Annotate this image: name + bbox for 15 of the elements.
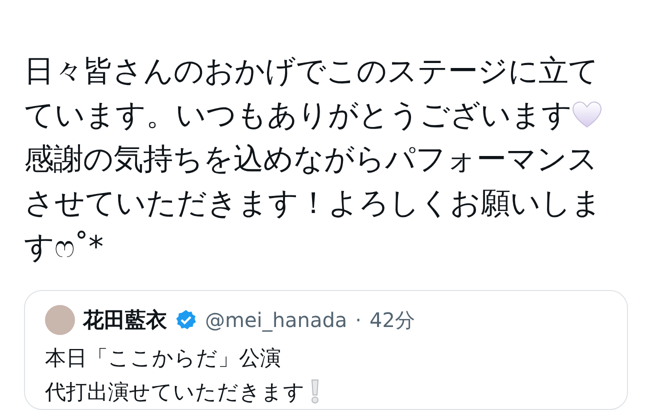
display-name: 花田藍衣	[83, 307, 167, 334]
heart-icon	[572, 101, 602, 129]
quoted-post-text: 本日「ここからだ」公演	[45, 346, 281, 370]
user-handle[interactable]: @mei_hanada	[205, 308, 348, 332]
post-time[interactable]: 42分	[370, 306, 415, 334]
post-text: ています。いつもありがとうございます	[24, 98, 572, 133]
post-text: 日々皆さんのおかげでこのステージに立て	[24, 54, 598, 89]
post-text: させていただきます！よろしくお願いしま	[24, 186, 602, 221]
post-text: 感謝の気持ちを込めながらパフォーマンス	[24, 142, 598, 177]
avatar	[45, 305, 75, 335]
exclamation-icon	[309, 378, 321, 404]
quoted-post-card[interactable]: 花田藍衣 @mei_hanada · 42分 本日「ここからだ」公演 代打出演せていただきます	[24, 290, 628, 410]
separator-dot: ·	[355, 308, 362, 332]
quoted-post-text: 代打出演せていただきます	[45, 380, 305, 404]
post-text: すෆ˚*	[24, 230, 103, 265]
